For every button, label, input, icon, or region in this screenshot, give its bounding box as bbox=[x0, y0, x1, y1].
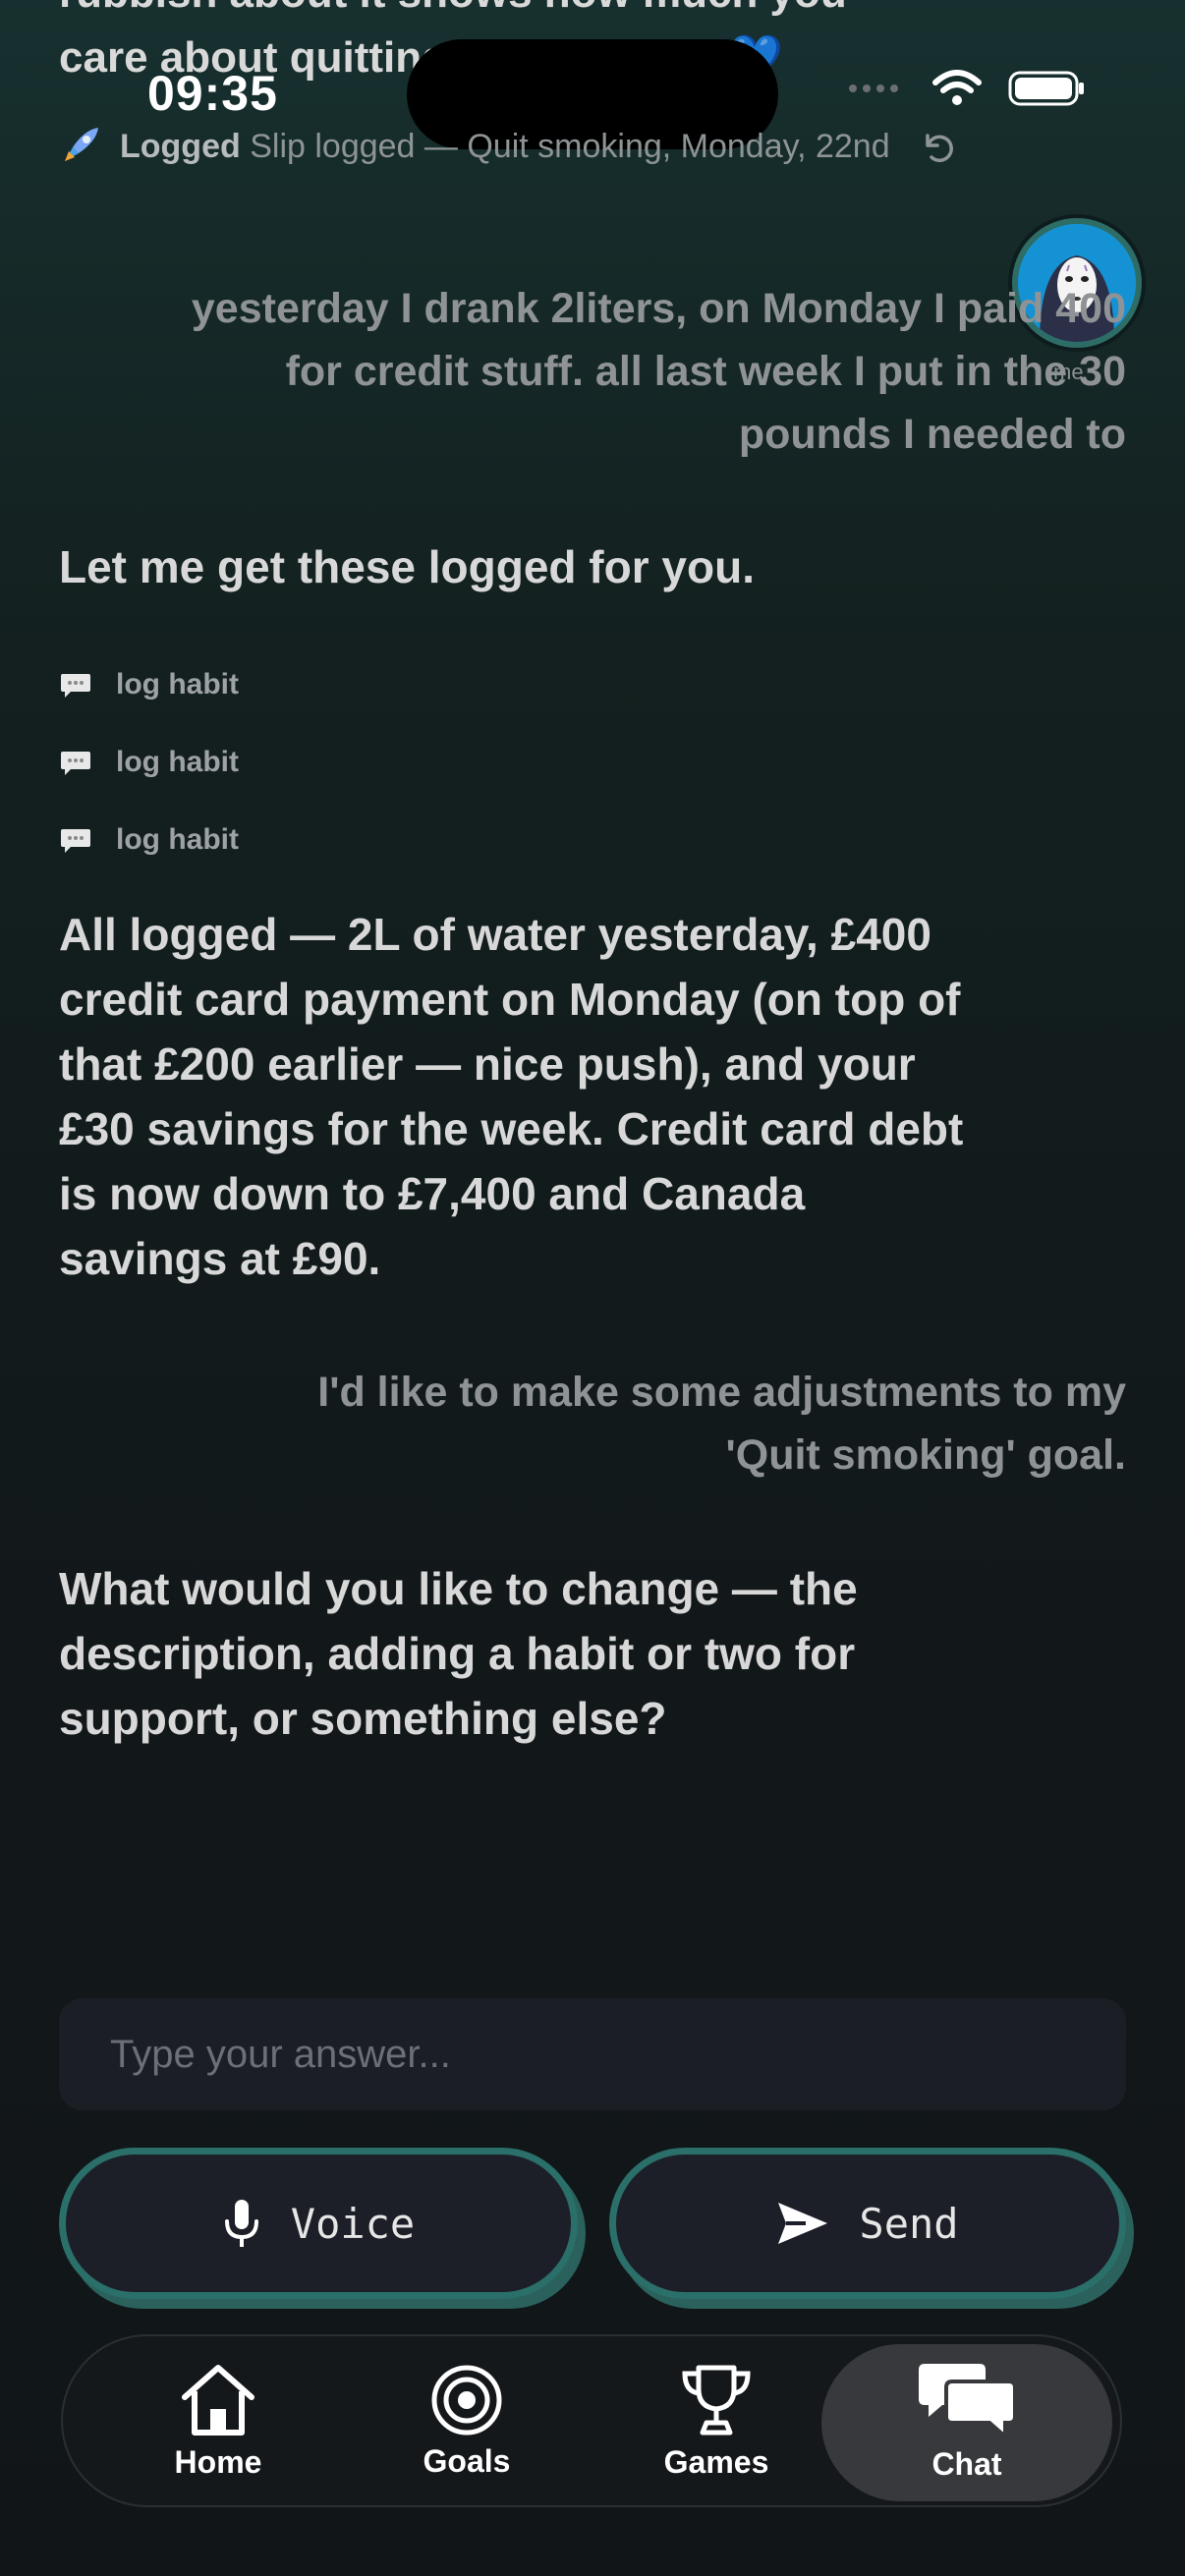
tool-call-row: log habit bbox=[59, 668, 239, 701]
logged-badge: Logged bbox=[120, 127, 241, 165]
nav-item-games[interactable]: Games bbox=[593, 2334, 839, 2507]
previous-message-line: rubbish about it shows how much you bbox=[59, 0, 963, 26]
trophy-icon bbox=[682, 2365, 751, 2435]
target-icon bbox=[431, 2365, 502, 2435]
tool-call-label: log habit bbox=[116, 668, 239, 700]
signal-icon bbox=[849, 84, 898, 92]
speech-bubble-icon bbox=[61, 752, 90, 775]
assistant-message: Let me get these logged for you. bbox=[59, 541, 755, 592]
answer-input[interactable] bbox=[59, 1998, 1126, 2110]
logged-text: Slip logged — Quit smoking, Monday, 22nd bbox=[250, 127, 890, 165]
assistant-message: All logged — 2L of water yesterday, £400… bbox=[59, 909, 964, 1284]
speech-bubble-icon bbox=[61, 829, 90, 853]
speech-bubble-icon bbox=[61, 674, 90, 698]
voice-button[interactable]: Voice bbox=[59, 2148, 578, 2299]
battery-icon bbox=[1008, 71, 1084, 106]
logged-banner: Logged Slip logged — Quit smoking, Monda… bbox=[59, 126, 955, 167]
wifi-icon bbox=[932, 70, 982, 105]
nav-label: Chat bbox=[931, 2445, 1002, 2482]
nav-label: Goals bbox=[423, 2442, 511, 2479]
undo-icon[interactable] bbox=[918, 128, 955, 165]
microphone-icon bbox=[224, 2200, 258, 2247]
home-icon bbox=[182, 2364, 254, 2436]
nav-label: Games bbox=[663, 2443, 769, 2480]
tool-call-label: log habit bbox=[116, 746, 239, 778]
voice-button-label: Voice bbox=[290, 2199, 416, 2248]
user-message: I'd like to make some adjustments to my … bbox=[317, 1369, 1126, 1479]
rocket-icon bbox=[65, 128, 98, 161]
nav-item-chat[interactable]: Chat bbox=[844, 2334, 1090, 2507]
status-icons bbox=[847, 69, 1087, 108]
nav-item-home[interactable]: Home bbox=[95, 2334, 341, 2507]
tool-call-row: log habit bbox=[59, 823, 239, 857]
tool-call-label: log habit bbox=[116, 823, 239, 856]
send-icon bbox=[778, 2203, 828, 2244]
send-button[interactable]: Send bbox=[609, 2148, 1126, 2299]
answer-input-container bbox=[59, 1998, 1126, 2110]
chat-bubbles-icon bbox=[919, 2363, 1017, 2440]
nav-label: Home bbox=[174, 2443, 262, 2480]
send-button-label: Send bbox=[859, 2199, 959, 2248]
nav-item-goals[interactable]: Goals bbox=[344, 2334, 590, 2507]
tool-call-row: log habit bbox=[59, 746, 239, 779]
status-time: 09:35 bbox=[147, 66, 278, 121]
assistant-message: What would you like to change — the desc… bbox=[59, 1563, 858, 1744]
user-message: yesterday I drank 2liters, on Monday I p… bbox=[191, 285, 1126, 458]
